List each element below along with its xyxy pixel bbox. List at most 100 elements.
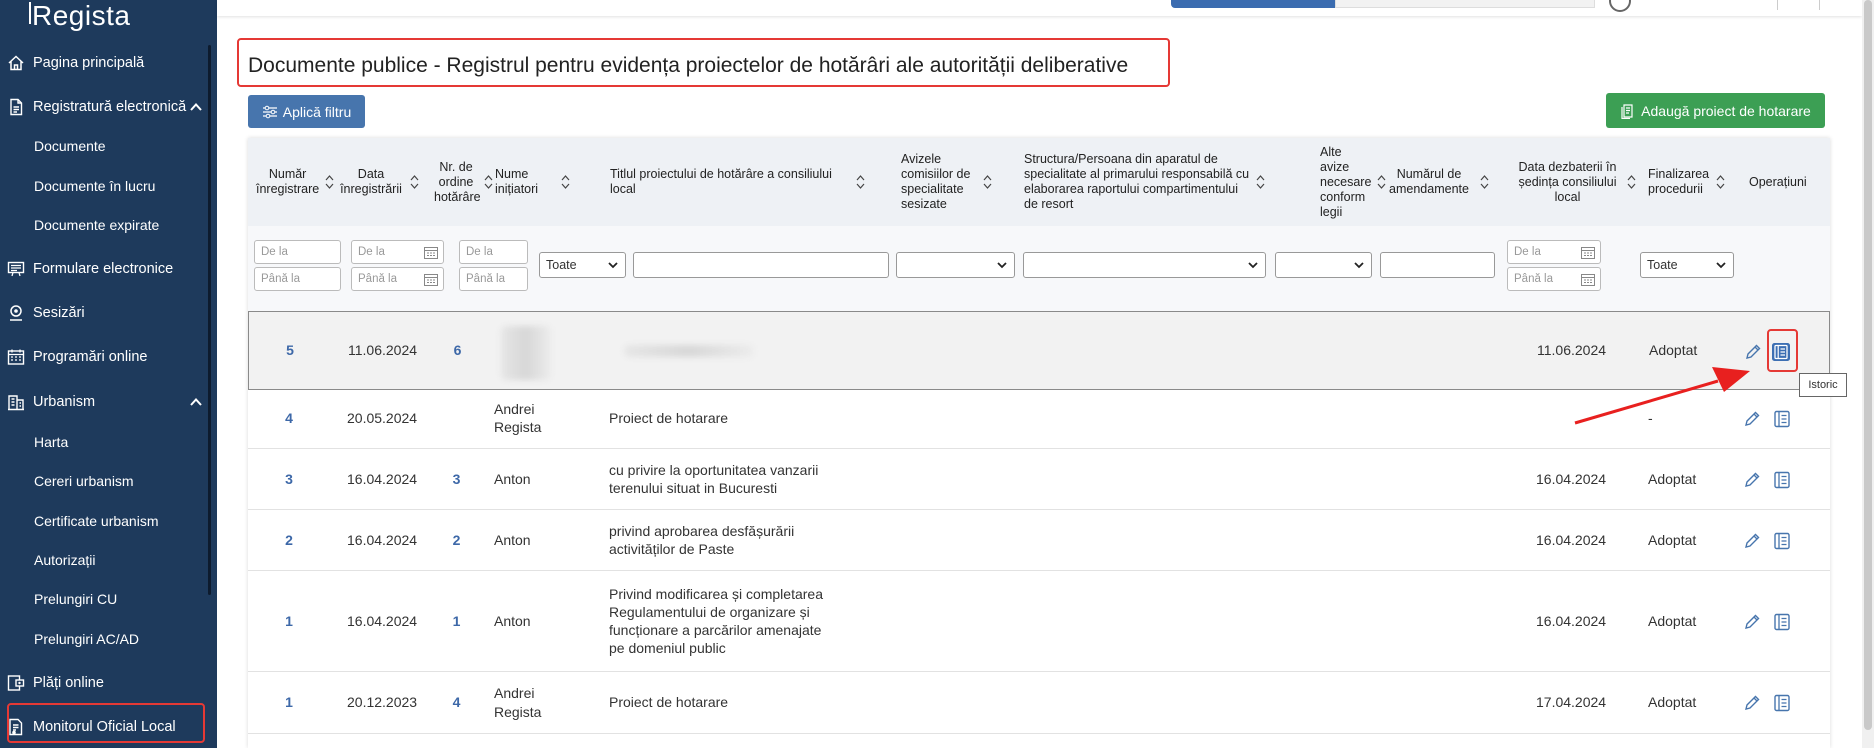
column-header[interactable]: Structura/Persoana din aparatul de speci… bbox=[1016, 138, 1312, 226]
amendments-filter-input[interactable] bbox=[1380, 252, 1495, 278]
sort-icon[interactable] bbox=[856, 174, 865, 190]
history-icon[interactable] bbox=[1772, 531, 1792, 551]
registration-number-cell[interactable]: 1 bbox=[248, 672, 330, 733]
table-row[interactable]: 1 20.12.2023 4 Andrei Regista Proiect de hot… bbox=[248, 672, 1830, 734]
sidebar-item-prelungiri-ac-ad[interactable]: Prelungiri AC/AD bbox=[0, 621, 217, 657]
apply-filter-button[interactable]: Aplică filtru bbox=[248, 95, 365, 128]
sidebar-item-plati-online[interactable]: Plăți online bbox=[0, 664, 217, 702]
committees-select[interactable] bbox=[896, 252, 1015, 278]
sort-icon[interactable] bbox=[561, 174, 570, 190]
column-header[interactable]: Nume inițiatori bbox=[487, 138, 602, 226]
top-tab-inactive[interactable] bbox=[1335, 0, 1595, 8]
debate-date-from-input[interactable]: De la bbox=[1507, 240, 1601, 264]
table-row[interactable]: 2 16.04.2024 2 Anton privind aprobarea desfă… bbox=[248, 510, 1830, 571]
edit-pencil-icon[interactable] bbox=[1742, 531, 1762, 551]
column-header[interactable]: Nr. de ordine hotărâre bbox=[426, 138, 493, 226]
column-header[interactable]: Avizele comisiilor de specialitate sesiz… bbox=[893, 138, 1016, 226]
column-header[interactable]: Numărul de amendamente bbox=[1376, 138, 1506, 226]
history-icon[interactable] bbox=[1771, 342, 1791, 362]
other-opinions-select[interactable] bbox=[1275, 252, 1372, 278]
responsible-structure-select[interactable] bbox=[1023, 252, 1266, 278]
initiators-cell: Andrei Regista bbox=[494, 400, 542, 435]
initiators-select[interactable]: Toate bbox=[539, 252, 626, 278]
form-icon bbox=[7, 260, 25, 278]
sidebar-item-cereri-urbanism[interactable]: Cereri urbanism bbox=[0, 463, 217, 499]
order-number-to-input[interactable]: Până la bbox=[459, 267, 528, 291]
edit-pencil-icon[interactable] bbox=[1742, 693, 1762, 713]
history-icon[interactable] bbox=[1772, 470, 1792, 490]
debate-date-to-input[interactable]: Până la bbox=[1507, 267, 1601, 291]
edit-pencil-icon[interactable] bbox=[1742, 612, 1762, 632]
sidebar-item-documente-expirate[interactable]: Documente expirate bbox=[0, 207, 217, 243]
app-logo[interactable]: Regista bbox=[28, 0, 130, 32]
column-header[interactable]: Număr înregistrare bbox=[248, 138, 334, 226]
sidebar-item-home[interactable]: Pagina principală bbox=[0, 44, 217, 82]
registration-number-cell[interactable]: 2 bbox=[248, 510, 330, 570]
order-number-cell[interactable]: 6 bbox=[427, 312, 488, 389]
sidebar-item-monitorul-oficial[interactable]: Monitorul Oficial Local bbox=[0, 708, 217, 746]
calendar-icon[interactable] bbox=[424, 246, 438, 259]
add-draft-decision-button[interactable]: Adaugă proiect de hotarare bbox=[1606, 93, 1825, 128]
sidebar-item-formulare[interactable]: Formulare electronice bbox=[0, 250, 217, 288]
registration-number-cell[interactable]: 5 bbox=[249, 312, 331, 389]
top-tab-active[interactable] bbox=[1171, 0, 1335, 8]
title-filter-input[interactable] bbox=[633, 252, 889, 278]
history-icon[interactable] bbox=[1772, 409, 1792, 429]
edit-pencil-icon[interactable] bbox=[1742, 470, 1762, 490]
user-avatar-icon[interactable] bbox=[1609, 0, 1631, 12]
calendar-icon[interactable] bbox=[424, 273, 438, 286]
sidebar-item-prelungiri-cu[interactable]: Prelungiri CU bbox=[0, 581, 217, 617]
edit-pencil-icon[interactable] bbox=[1743, 342, 1763, 362]
registration-number-cell[interactable]: 3 bbox=[248, 449, 330, 509]
sort-icon[interactable] bbox=[983, 174, 992, 190]
page-scrollbar[interactable] bbox=[1862, 0, 1874, 748]
order-number-cell[interactable]: 2 bbox=[426, 510, 487, 570]
order-number-cell[interactable]: 3 bbox=[426, 449, 487, 509]
registration-date-to-input[interactable]: Până la bbox=[351, 267, 444, 291]
sidebar-item-sesizari[interactable]: Sesizări bbox=[0, 294, 217, 332]
registration-date-from-input[interactable]: De la bbox=[351, 240, 444, 264]
sidebar-item-autorizatii[interactable]: Autorizații bbox=[0, 542, 217, 578]
edit-pencil-icon[interactable] bbox=[1742, 409, 1762, 429]
column-header[interactable]: Operațiuni bbox=[1741, 138, 1830, 226]
registration-number-from-input[interactable]: De la bbox=[254, 240, 341, 264]
calendar-icon[interactable] bbox=[1581, 246, 1595, 259]
sidebar-item-programari[interactable]: Programări online bbox=[0, 338, 217, 376]
column-header[interactable]: Data dezbaterii în ședința consiliului l… bbox=[1506, 138, 1640, 226]
table-row[interactable]: 1 16.04.2024 1 Anton Privind modificarea și … bbox=[248, 571, 1830, 672]
column-header[interactable]: Data înregistrării bbox=[330, 138, 426, 226]
table-row[interactable]: 3 16.04.2024 3 Anton cu privire la oportunit… bbox=[248, 449, 1830, 510]
sidebar-item-documente[interactable]: Documente bbox=[0, 128, 217, 164]
finalization-select[interactable]: Toate bbox=[1640, 252, 1734, 278]
select-value: Toate bbox=[546, 258, 577, 272]
chevron-up-icon bbox=[190, 398, 202, 406]
order-number-cell[interactable] bbox=[426, 388, 487, 448]
sidebar-item-harta[interactable]: Harta bbox=[0, 424, 217, 460]
column-header[interactable]: Finalizarea procedurii bbox=[1640, 138, 1741, 226]
history-icon[interactable] bbox=[1772, 612, 1792, 632]
sidebar-item-urbanism[interactable]: Urbanism bbox=[0, 383, 217, 421]
sidebar-item-documente-in-lucru[interactable]: Documente în lucru bbox=[0, 168, 217, 204]
registration-number-cell[interactable]: 1 bbox=[248, 571, 330, 671]
order-number-cell[interactable]: 4 bbox=[426, 672, 487, 733]
column-header[interactable]: Alte avize necesare conform legii bbox=[1312, 138, 1386, 226]
sort-icon[interactable] bbox=[1627, 174, 1636, 190]
column-header[interactable]: Titlul proiectului de hotărâre a consili… bbox=[602, 138, 893, 226]
table-row[interactable]: 4 20.05.2024 Andrei Regista Proiect de hota… bbox=[248, 388, 1830, 449]
history-icon[interactable] bbox=[1772, 693, 1792, 713]
registration-number-to-input[interactable]: Până la bbox=[254, 267, 341, 291]
page-scrollbar-thumb[interactable] bbox=[1864, 0, 1872, 730]
order-number-from-input[interactable]: De la bbox=[459, 240, 528, 264]
sort-icon[interactable] bbox=[1716, 174, 1725, 190]
sort-icon[interactable] bbox=[1256, 174, 1265, 190]
sidebar-item-certificate-urbanism[interactable]: Certificate urbanism bbox=[0, 503, 217, 539]
order-number-cell[interactable]: 1 bbox=[426, 571, 487, 671]
sidebar-item-registratura[interactable]: Registratură electronică bbox=[0, 88, 217, 126]
sort-icon[interactable] bbox=[1480, 174, 1489, 190]
debate-date-cell: 16.04.2024 bbox=[1536, 612, 1607, 629]
column-header-label: Operațiuni bbox=[1749, 174, 1807, 189]
calendar-icon[interactable] bbox=[1581, 273, 1595, 286]
table-row[interactable]: 5 11.06.2024 6 11.06.2024 Adoptat bbox=[248, 311, 1830, 390]
registration-number-cell[interactable]: 4 bbox=[248, 388, 330, 448]
sort-icon[interactable] bbox=[410, 174, 419, 190]
